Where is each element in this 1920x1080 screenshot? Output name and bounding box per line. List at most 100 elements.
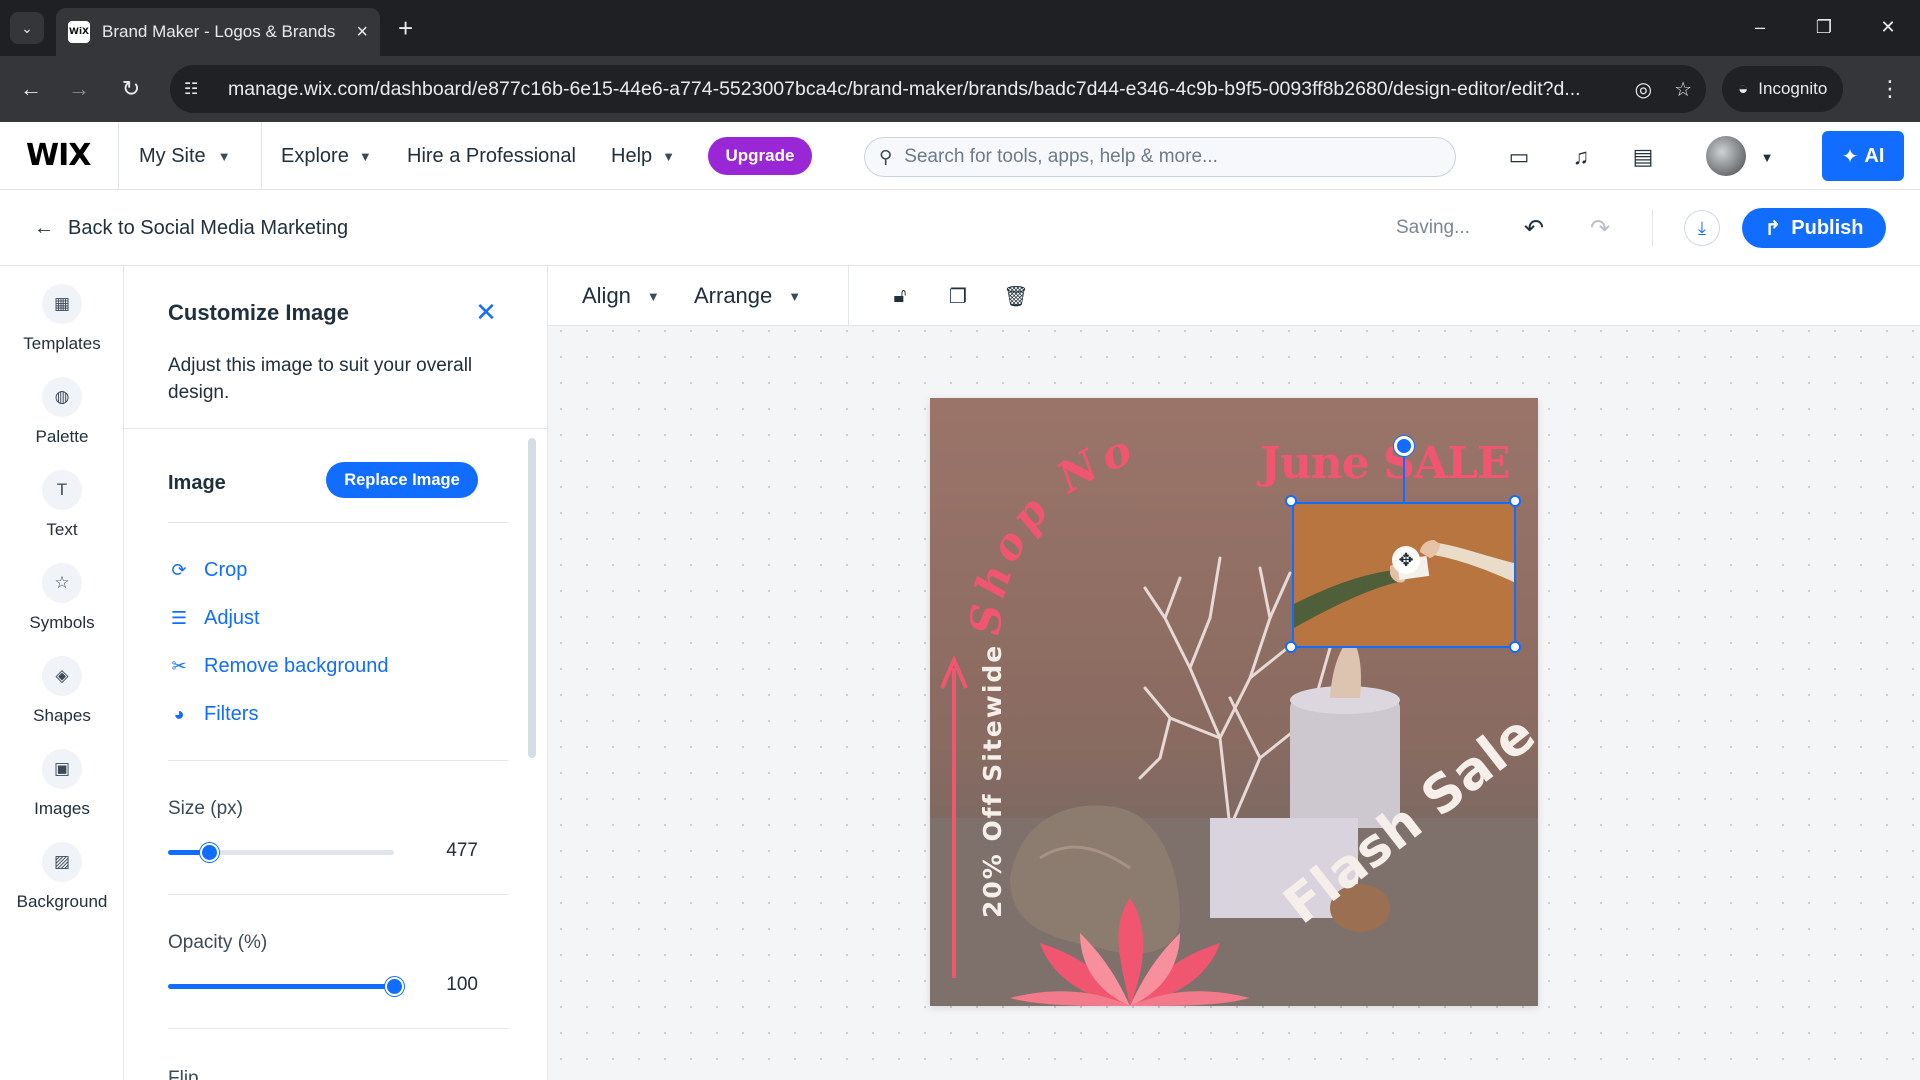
explore-menu[interactable]: Explore ▼	[281, 122, 372, 190]
divider	[848, 266, 849, 326]
ai-button[interactable]: ✦ AI	[1822, 131, 1904, 181]
tab-list-icon[interactable]: ⌄	[10, 12, 44, 44]
rail-item-images[interactable]: ▣ Images	[0, 749, 124, 839]
minimize-icon[interactable]: –	[1740, 10, 1780, 44]
publish-label: Publish	[1791, 216, 1864, 239]
bell-icon[interactable]: ♫	[1564, 140, 1598, 174]
templates-icon: ▦	[42, 284, 82, 324]
rotate-handle[interactable]	[1394, 436, 1414, 456]
selected-image[interactable]	[1292, 502, 1516, 648]
reload-icon[interactable]: ↻	[114, 72, 148, 106]
rail-item-background[interactable]: ▨ Background	[0, 842, 124, 932]
opacity-value[interactable]: 100	[418, 974, 478, 996]
star-icon[interactable]: ☆	[1674, 77, 1692, 102]
rotation-line	[1403, 452, 1405, 502]
search-bar[interactable]: ⚲	[864, 137, 1456, 177]
rail-label: Symbols	[29, 613, 95, 632]
align-dropdown[interactable]: Align ▼	[582, 266, 660, 326]
incognito-icon: ◒	[1738, 79, 1749, 98]
chevron-down-icon[interactable]: ▼	[1750, 140, 1784, 174]
address-bar[interactable]: ☷ manage.wix.com/dashboard/e877c16b-6e15…	[170, 65, 1706, 113]
rail-item-text[interactable]: T Text	[0, 470, 124, 560]
resize-handle-top-right[interactable]	[1509, 495, 1521, 507]
wix-logo[interactable]: WIX	[26, 138, 91, 173]
ai-label: AI	[1864, 144, 1885, 167]
size-value[interactable]: 477	[418, 840, 478, 862]
rail-item-symbols[interactable]: ☆ Symbols	[0, 563, 124, 653]
divider	[168, 522, 508, 523]
duplicate-icon[interactable]: ❐	[940, 278, 976, 314]
browser-tab[interactable]: WiX Brand Maker - Logos & Brands ×	[56, 8, 380, 56]
close-icon[interactable]: ×	[356, 21, 368, 44]
june-sale-text[interactable]: June SALE	[1260, 438, 1510, 489]
more-vert-icon[interactable]: ⋮	[1876, 72, 1904, 106]
rail-label: Templates	[23, 334, 101, 353]
trash-icon[interactable]: 🗑︎	[998, 278, 1034, 314]
slider-thumb[interactable]	[385, 977, 404, 996]
panel-title: Customize Image	[168, 300, 349, 325]
chat-icon[interactable]: ▭	[1502, 140, 1536, 174]
url-text[interactable]: manage.wix.com/dashboard/e877c16b-6e15-4…	[228, 78, 1613, 101]
forward-arrow-icon[interactable]: →	[62, 72, 96, 106]
off-sitewide-text[interactable]: 20% Off Sitewide	[978, 644, 1007, 918]
browser-toolbar: ← → ↻ ☷ manage.wix.com/dashboard/e877c16…	[0, 56, 1920, 122]
divider	[168, 1028, 508, 1029]
plus-icon[interactable]: +	[398, 12, 413, 44]
rail-item-palette[interactable]: ◍ Palette	[0, 377, 124, 467]
adjust-action[interactable]: ☰ Adjust	[168, 603, 260, 633]
my-site-dropdown[interactable]: My Site ▼	[118, 122, 262, 190]
replace-image-button[interactable]: Replace Image	[326, 462, 478, 498]
eye-off-icon[interactable]: ◎	[1635, 77, 1652, 102]
remove-background-action[interactable]: ✂ Remove background	[168, 651, 389, 681]
close-icon[interactable]: ✕	[468, 294, 504, 330]
crop-label: Crop	[204, 558, 248, 581]
site-info-icon[interactable]: ☷	[184, 79, 214, 99]
help-menu[interactable]: Help ▼	[611, 122, 675, 190]
lock-icon[interactable]: 🔓︎	[882, 278, 918, 314]
filters-label: Filters	[204, 702, 259, 725]
rail-item-shapes[interactable]: ◈ Shapes	[0, 656, 124, 746]
shop-now-text[interactable]: Shop Now	[930, 398, 1143, 637]
download-icon[interactable]: ⤓	[1684, 210, 1720, 246]
publish-button[interactable]: ↱ Publish	[1742, 208, 1886, 248]
news-icon[interactable]: ▤	[1626, 140, 1660, 174]
slider-thumb[interactable]	[199, 843, 219, 862]
chevron-down-icon: ▼	[358, 148, 372, 164]
divider	[1652, 210, 1653, 246]
redo-icon[interactable]: ↷	[1582, 210, 1618, 246]
size-slider[interactable]	[168, 843, 394, 862]
move-icon[interactable]: ✥	[1392, 546, 1420, 574]
share-arrow-icon: ↱	[1764, 217, 1782, 240]
crop-action[interactable]: ⟳ Crop	[168, 555, 247, 585]
upgrade-button[interactable]: Upgrade	[708, 137, 812, 175]
resize-handle-bottom-right[interactable]	[1509, 641, 1521, 653]
resize-handle-top-left[interactable]	[1285, 495, 1297, 507]
palette-icon: ◍	[42, 377, 82, 417]
resize-handle-bottom-left[interactable]	[1285, 641, 1297, 653]
align-label: Align	[582, 283, 631, 308]
undo-icon[interactable]: ↶	[1516, 210, 1552, 246]
divider	[168, 760, 508, 761]
avatar[interactable]	[1706, 136, 1746, 176]
remove-background-label: Remove background	[204, 654, 389, 677]
hire-professional-link[interactable]: Hire a Professional	[407, 122, 576, 190]
opacity-slider[interactable]	[168, 977, 404, 996]
rail-item-templates[interactable]: ▦ Templates	[0, 284, 124, 374]
incognito-badge[interactable]: ◒ Incognito	[1722, 66, 1844, 112]
arrange-dropdown[interactable]: Arrange ▼	[694, 266, 801, 326]
restore-icon[interactable]: ❐	[1804, 10, 1844, 44]
close-window-icon[interactable]: ✕	[1868, 10, 1908, 44]
chevron-down-icon: ▼	[646, 288, 660, 304]
back-arrow-icon: ←	[34, 216, 54, 239]
filters-action[interactable]: ◕ Filters	[168, 699, 259, 729]
adjust-label: Adjust	[204, 606, 260, 629]
text-icon: T	[42, 470, 82, 510]
hands-photo	[1294, 504, 1514, 646]
help-label: Help	[611, 144, 653, 167]
shapes-icon: ◈	[42, 656, 82, 696]
design-artboard[interactable]: Shop Now June SALE 20% Off Sitewide Flas…	[930, 398, 1538, 1006]
back-link[interactable]: ← Back to Social Media Marketing	[34, 190, 348, 266]
search-input[interactable]	[904, 146, 1441, 168]
back-arrow-icon[interactable]: ←	[14, 72, 48, 106]
panel-scrollbar[interactable]	[528, 438, 536, 758]
